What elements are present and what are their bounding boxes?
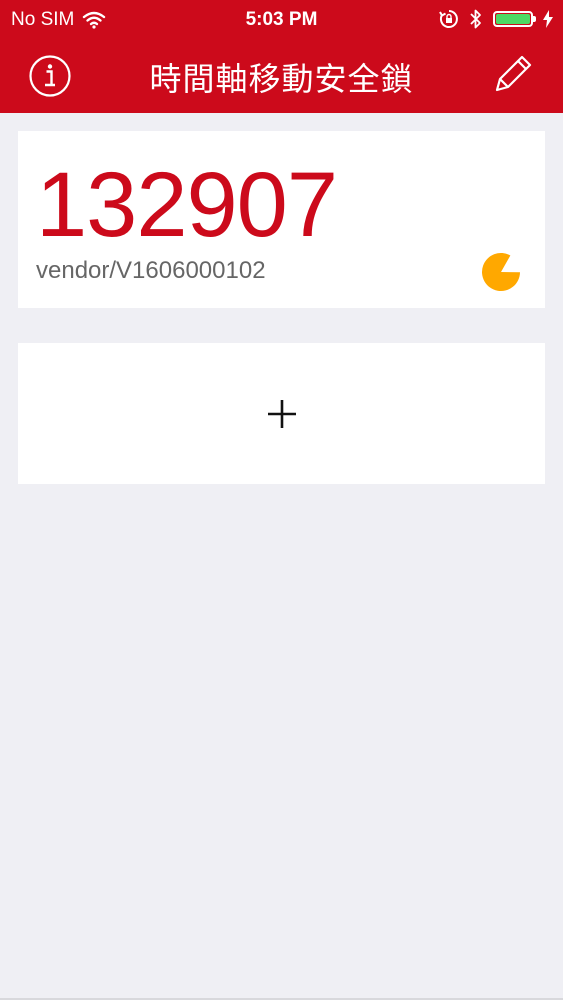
page-title: 時間軸移動安全鎖 (149, 61, 414, 97)
bluetooth-icon (470, 9, 481, 29)
token-card[interactable]: 132907 vendor/V1606000102 (18, 131, 545, 308)
plus-icon (267, 399, 296, 428)
battery-icon (493, 11, 536, 27)
add-token-card (18, 343, 545, 484)
status-right (439, 8, 553, 30)
status-bar: No SIM 5:03 PM (0, 0, 563, 40)
pencil-icon[interactable] (491, 52, 535, 96)
app-header: No SIM 5:03 PM 時間軸移動安全鎖 (0, 0, 563, 113)
account-label: vendor/V1606000102 (36, 257, 266, 284)
pie-timer-icon (482, 252, 520, 291)
add-token-button[interactable] (18, 343, 545, 484)
nav-bar: 時間軸移動安全鎖 (0, 40, 563, 113)
charging-bolt-icon (543, 10, 553, 28)
orientation-lock-icon (439, 10, 458, 28)
otp-code: 132907 (36, 154, 338, 256)
